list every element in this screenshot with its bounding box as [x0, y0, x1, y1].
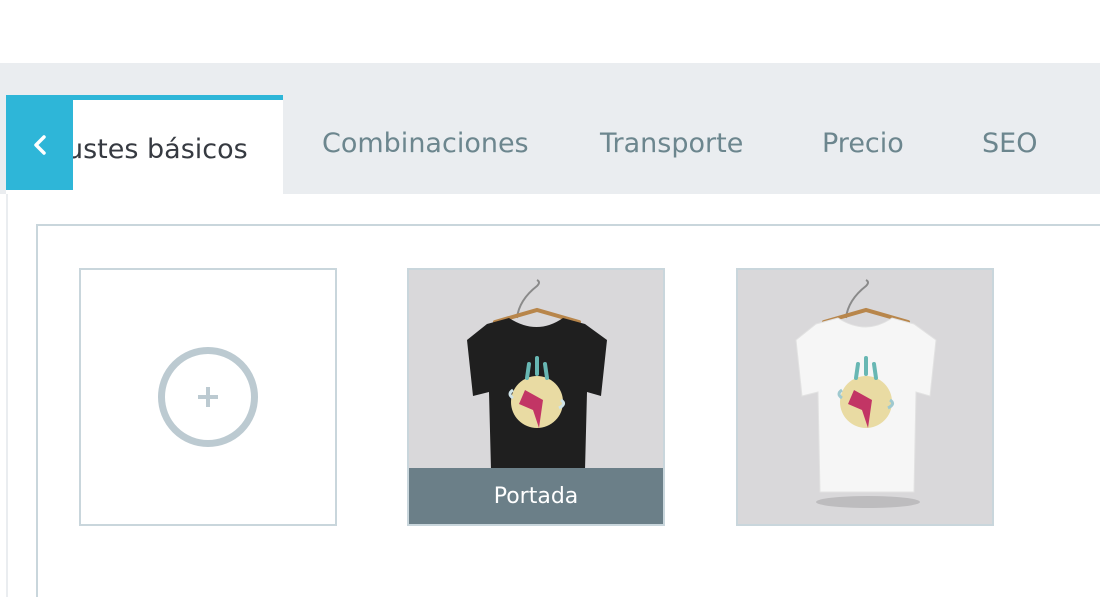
add-image-button[interactable] — [79, 268, 337, 526]
product-image-white-tshirt[interactable] — [736, 268, 994, 526]
product-image-black-tshirt[interactable]: Portada — [407, 268, 665, 526]
tab-shipping[interactable]: Transporte — [600, 128, 743, 159]
plus-circle-icon — [158, 347, 258, 447]
tshirt-image — [795, 279, 937, 508]
left-gutter-divider — [6, 194, 8, 597]
cover-badge-label: Portada — [493, 483, 579, 509]
tabs-scroll-left-button[interactable] — [6, 99, 73, 190]
tab-combinations[interactable]: Combinaciones — [322, 128, 529, 159]
tab-pricing[interactable]: Precio — [822, 128, 904, 159]
tab-seo[interactable]: SEO — [982, 128, 1037, 159]
cover-badge: Portada — [409, 468, 663, 524]
chevron-left-icon — [33, 134, 46, 155]
product-editor: ustes básicos Combinaciones Transporte P… — [0, 0, 1100, 597]
tab-basic-settings-label: ustes básicos — [66, 134, 248, 165]
